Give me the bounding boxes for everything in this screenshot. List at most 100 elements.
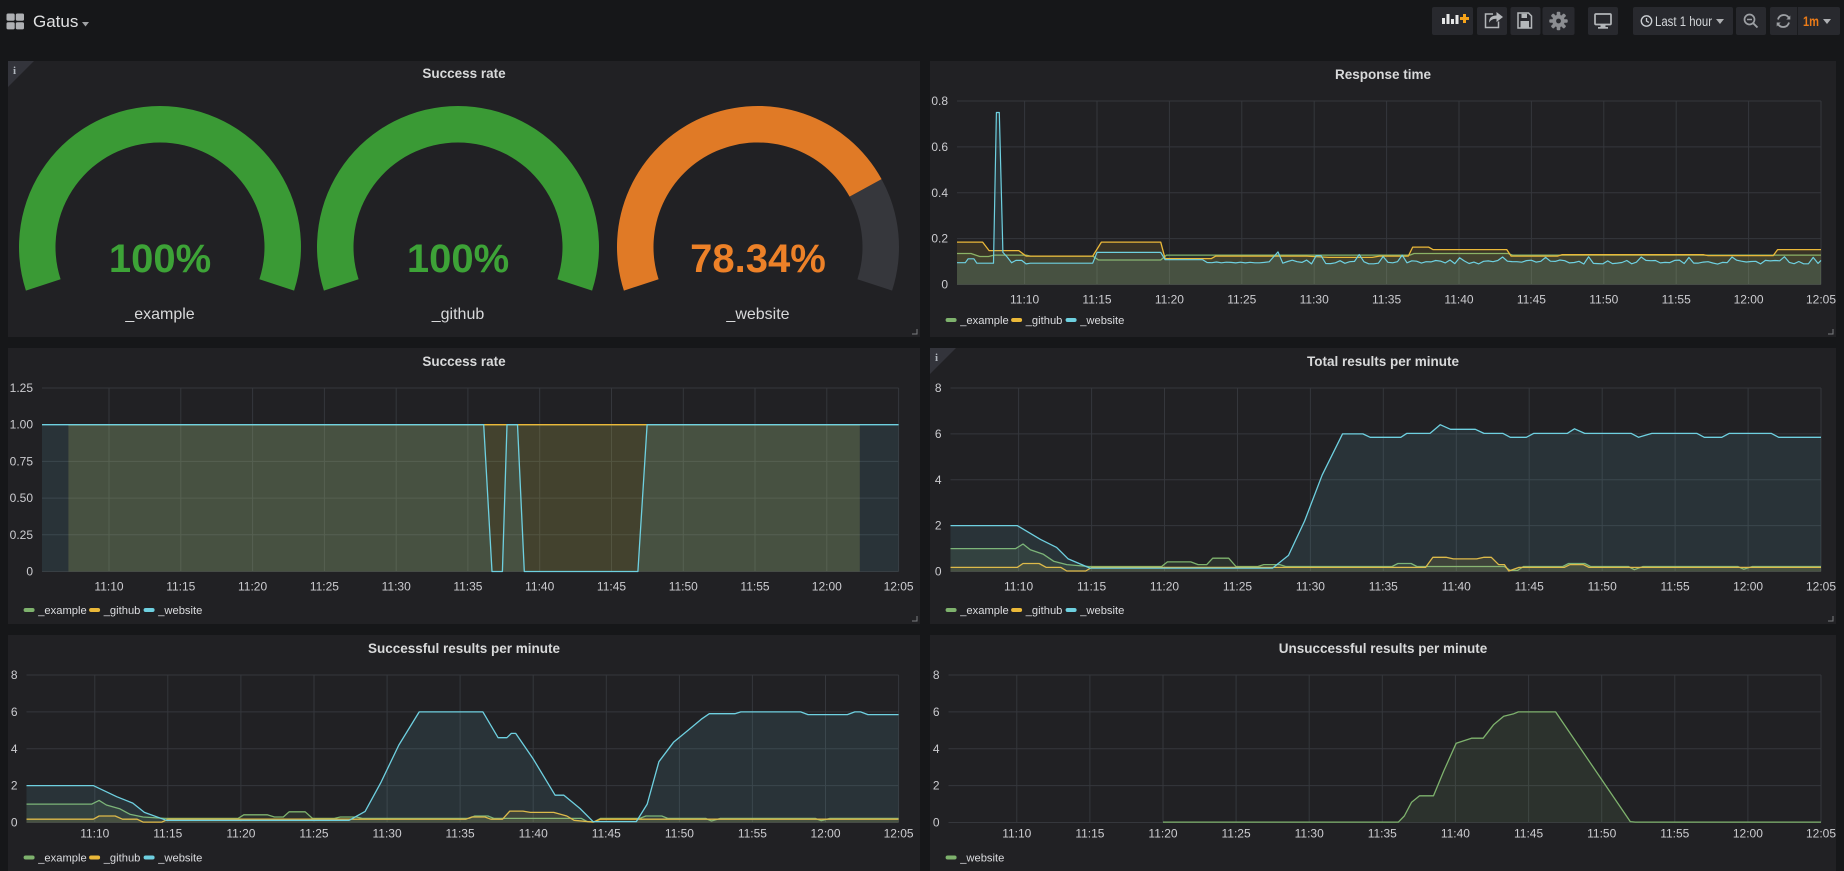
svg-text:12:05: 12:05 — [884, 827, 914, 841]
svg-text:12:00: 12:00 — [1733, 827, 1763, 841]
svg-text:11:50: 11:50 — [1589, 293, 1618, 307]
svg-text:100%: 100% — [407, 237, 509, 281]
svg-text:11:55: 11:55 — [1660, 827, 1689, 841]
svg-text:11:35: 11:35 — [1368, 827, 1397, 841]
svg-text:11:15: 11:15 — [166, 580, 195, 594]
svg-text:0.6: 0.6 — [931, 140, 948, 154]
svg-text:0: 0 — [11, 816, 18, 830]
svg-text:12:05: 12:05 — [1806, 293, 1836, 307]
svg-text:11:25: 11:25 — [1223, 580, 1252, 594]
svg-text:1m: 1m — [1803, 14, 1819, 29]
svg-text:11:45: 11:45 — [1514, 827, 1543, 841]
svg-text:i: i — [13, 65, 16, 77]
svg-text:11:45: 11:45 — [1515, 580, 1544, 594]
svg-text:_github: _github — [1025, 605, 1063, 617]
svg-text:0: 0 — [933, 816, 940, 830]
svg-text:_github: _github — [1025, 315, 1063, 327]
svg-text:12:00: 12:00 — [812, 580, 842, 594]
svg-text:Response time: Response time — [1335, 67, 1432, 82]
svg-text:1.25: 1.25 — [10, 381, 34, 395]
svg-text:8: 8 — [933, 668, 940, 682]
svg-text:0.50: 0.50 — [10, 491, 34, 505]
svg-text:4: 4 — [11, 742, 18, 756]
svg-text:_website: _website — [725, 306, 789, 323]
svg-text:11:20: 11:20 — [226, 827, 255, 841]
svg-text:0: 0 — [26, 565, 33, 579]
svg-text:11:20: 11:20 — [1150, 580, 1179, 594]
svg-text:_example: _example — [124, 306, 194, 323]
svg-text:11:25: 11:25 — [1227, 293, 1256, 307]
svg-text:6: 6 — [935, 427, 942, 441]
svg-text:_example: _example — [37, 605, 87, 617]
svg-text:11:10: 11:10 — [1002, 827, 1031, 841]
svg-text:Unsuccessful results per minut: Unsuccessful results per minute — [1279, 641, 1488, 656]
svg-text:6: 6 — [933, 705, 940, 719]
svg-text:11:25: 11:25 — [1222, 827, 1251, 841]
svg-text:11:30: 11:30 — [1296, 580, 1325, 594]
svg-text:_website: _website — [157, 605, 202, 617]
svg-text:11:40: 11:40 — [1442, 580, 1471, 594]
svg-text:Gatus: Gatus — [33, 12, 78, 31]
svg-text:11:20: 11:20 — [1148, 827, 1177, 841]
svg-text:11:50: 11:50 — [669, 580, 698, 594]
svg-text:11:30: 11:30 — [382, 580, 411, 594]
svg-text:11:30: 11:30 — [1300, 293, 1329, 307]
svg-text:_github: _github — [431, 306, 485, 323]
svg-text:11:50: 11:50 — [1587, 827, 1616, 841]
svg-text:12:00: 12:00 — [1733, 580, 1763, 594]
svg-text:11:55: 11:55 — [1662, 293, 1691, 307]
svg-text:0: 0 — [941, 278, 948, 292]
svg-text:12:05: 12:05 — [1806, 580, 1836, 594]
svg-text:6: 6 — [11, 705, 18, 719]
svg-text:11:50: 11:50 — [665, 827, 694, 841]
svg-text:i: i — [935, 352, 938, 364]
svg-text:_website: _website — [1079, 605, 1124, 617]
svg-text:0.2: 0.2 — [931, 232, 948, 246]
svg-text:11:15: 11:15 — [1075, 827, 1104, 841]
svg-text:_website: _website — [157, 853, 202, 865]
svg-text:11:20: 11:20 — [238, 580, 267, 594]
svg-text:11:10: 11:10 — [1004, 580, 1033, 594]
svg-text:Total results per minute: Total results per minute — [1307, 354, 1460, 369]
svg-text:Successful results per minute: Successful results per minute — [368, 641, 561, 656]
svg-text:11:20: 11:20 — [1155, 293, 1184, 307]
svg-text:11:35: 11:35 — [1369, 580, 1398, 594]
svg-text:2: 2 — [11, 779, 18, 793]
svg-text:0.8: 0.8 — [931, 94, 948, 108]
svg-text:11:45: 11:45 — [597, 580, 626, 594]
svg-text:12:00: 12:00 — [810, 827, 840, 841]
svg-text:Success rate: Success rate — [422, 66, 506, 81]
svg-text:11:35: 11:35 — [1372, 293, 1401, 307]
svg-text:11:30: 11:30 — [373, 827, 402, 841]
svg-text:11:40: 11:40 — [1444, 293, 1473, 307]
svg-text:11:15: 11:15 — [1082, 293, 1111, 307]
svg-text:11:45: 11:45 — [1517, 293, 1546, 307]
svg-text:12:05: 12:05 — [1806, 827, 1836, 841]
svg-text:11:40: 11:40 — [525, 580, 554, 594]
svg-text:78.34%: 78.34% — [690, 237, 826, 281]
svg-text:0.75: 0.75 — [10, 454, 34, 468]
svg-text:0.25: 0.25 — [10, 528, 34, 542]
svg-text:_example: _example — [959, 605, 1009, 617]
svg-text:_github: _github — [103, 605, 141, 617]
svg-text:Last 1 hour: Last 1 hour — [1655, 14, 1712, 29]
svg-text:11:15: 11:15 — [153, 827, 182, 841]
svg-text:11:50: 11:50 — [1588, 580, 1617, 594]
svg-text:11:40: 11:40 — [519, 827, 548, 841]
svg-text:0: 0 — [935, 565, 942, 579]
svg-text:11:10: 11:10 — [80, 827, 109, 841]
svg-text:11:25: 11:25 — [310, 580, 339, 594]
svg-text:8: 8 — [11, 668, 18, 682]
svg-text:11:15: 11:15 — [1077, 580, 1106, 594]
svg-text:11:40: 11:40 — [1441, 827, 1470, 841]
svg-text:11:30: 11:30 — [1295, 827, 1324, 841]
svg-text:2: 2 — [933, 779, 940, 793]
svg-text:_example: _example — [959, 315, 1009, 327]
svg-text:0.4: 0.4 — [931, 186, 948, 200]
svg-text:11:55: 11:55 — [738, 827, 767, 841]
svg-text:11:10: 11:10 — [94, 580, 123, 594]
svg-text:11:25: 11:25 — [299, 827, 328, 841]
svg-text:11:10: 11:10 — [1010, 293, 1039, 307]
svg-text:11:55: 11:55 — [1661, 580, 1690, 594]
svg-text:Success rate: Success rate — [422, 354, 506, 369]
